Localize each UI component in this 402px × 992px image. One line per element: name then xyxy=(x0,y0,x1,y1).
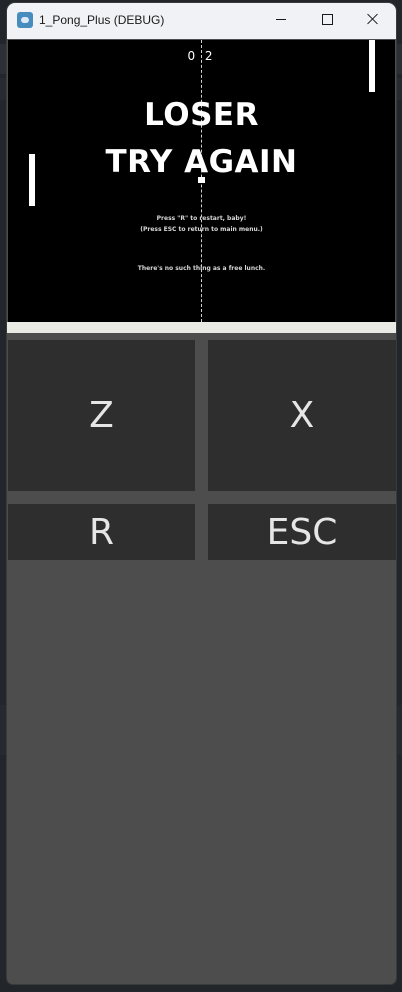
restart-hint: Press "R" to restart, baby! xyxy=(156,215,247,222)
game-window: 1_Pong_Plus (DEBUG) 0 2 LOSER TRY AGAIN … xyxy=(7,3,396,984)
minimize-icon xyxy=(276,18,286,20)
close-button[interactable] xyxy=(350,3,396,35)
close-icon xyxy=(367,13,379,25)
esc-key-button[interactable]: ESC xyxy=(208,504,396,560)
godot-engine-icon xyxy=(17,12,33,28)
x-key-button[interactable]: X xyxy=(208,340,396,491)
game-viewport[interactable]: 0 2 LOSER TRY AGAIN Press "R" to restart… xyxy=(8,40,395,322)
maximize-button[interactable] xyxy=(304,3,350,35)
score-display: 0 2 xyxy=(187,49,216,63)
window-titlebar[interactable]: 1_Pong_Plus (DEBUG) xyxy=(7,3,396,39)
r-key-button[interactable]: R xyxy=(8,504,195,560)
loser-headline: LOSER xyxy=(144,97,259,133)
try-again-headline: TRY AGAIN xyxy=(105,144,298,180)
menu-hint: (Press ESC to return to main menu.) xyxy=(140,226,263,233)
z-key-button[interactable]: Z xyxy=(8,340,195,491)
window-title: 1_Pong_Plus (DEBUG) xyxy=(39,13,165,27)
minimize-button[interactable] xyxy=(258,3,304,35)
viewport-divider xyxy=(7,322,396,333)
maximize-icon xyxy=(321,13,333,25)
right-paddle xyxy=(369,40,375,92)
tagline: There's no such thing as a free lunch. xyxy=(137,265,266,272)
